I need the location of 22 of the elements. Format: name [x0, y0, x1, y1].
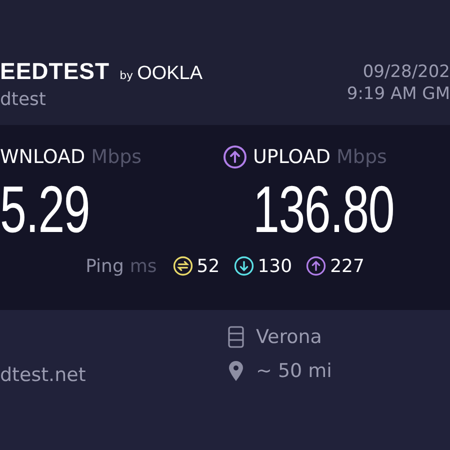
unit-label: ms: [130, 256, 157, 277]
test-date: 09/28/202: [362, 62, 450, 82]
ping-value: 52: [196, 256, 220, 277]
test-time: 9:19 AM GM: [346, 84, 450, 104]
server-name: Verona: [256, 326, 322, 348]
ping-label: Ping: [86, 256, 124, 277]
speed-value: 136.80: [253, 173, 394, 246]
subtitle: dtest: [0, 89, 47, 110]
unit-label: Mbps: [91, 146, 142, 168]
ping-value: 130: [258, 256, 292, 277]
provider-host: dtest.net: [0, 363, 87, 386]
speed-label: UPLOAD: [253, 146, 331, 168]
location-pin-icon: [228, 360, 244, 382]
brand-logo-text: EEDTEST: [0, 58, 110, 85]
unit-label: Mbps: [336, 146, 387, 168]
server-icon: [228, 326, 244, 348]
server-distance: ~ 50 mi: [256, 360, 332, 382]
speed-label: WNLOAD: [0, 146, 86, 168]
by-text: by: [120, 69, 134, 82]
ping-value: 227: [330, 256, 364, 277]
speed-value: 5.29: [0, 173, 91, 246]
maker-logo-text: OOKLA: [137, 63, 203, 85]
